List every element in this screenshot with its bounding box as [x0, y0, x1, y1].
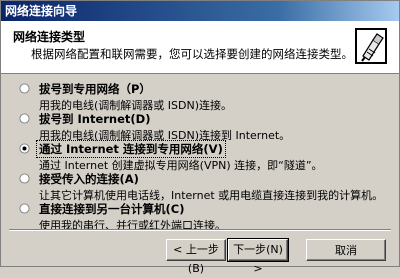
cancel-button[interactable]: 取消 — [306, 239, 386, 261]
radio-button[interactable] — [19, 173, 30, 184]
wizard-header: 网络连接类型 根据网络配置和联网需要，您可以选择要创建的网络连接类型。 — [1, 21, 399, 74]
radio-button[interactable] — [19, 83, 30, 94]
header-subtitle: 根据网络配置和联网需要，您可以选择要创建的网络连接类型。 — [31, 47, 353, 61]
option-label: 直接连接到另一台计算机(C) — [39, 202, 185, 216]
option-label: 接受传入的连接(A) — [39, 172, 139, 186]
title-bar: 网络连接向导 — [1, 1, 399, 21]
option-label: 拔号到专用网络（P） — [39, 82, 151, 96]
header-title: 网络连接类型 — [13, 30, 86, 44]
next-button[interactable]: 下一步(N) > — [227, 238, 289, 275]
wizard-window: 网络连接向导 网络连接类型 根据网络配置和联网需要，您可以选择要创建的网络连接类… — [0, 0, 400, 275]
option-label: 通过 Internet 连接到专用网络(V) — [36, 140, 226, 158]
network-connection-icon — [355, 28, 387, 64]
radio-button[interactable] — [19, 203, 30, 214]
radio-button[interactable] — [19, 113, 30, 124]
option-label: 拔号到 Internet(D) — [39, 112, 151, 126]
window-title: 网络连接向导 — [5, 4, 78, 18]
divider — [9, 229, 391, 231]
back-button[interactable]: < 上一步(B) — [166, 239, 226, 275]
radio-button-selected[interactable] — [19, 143, 30, 154]
